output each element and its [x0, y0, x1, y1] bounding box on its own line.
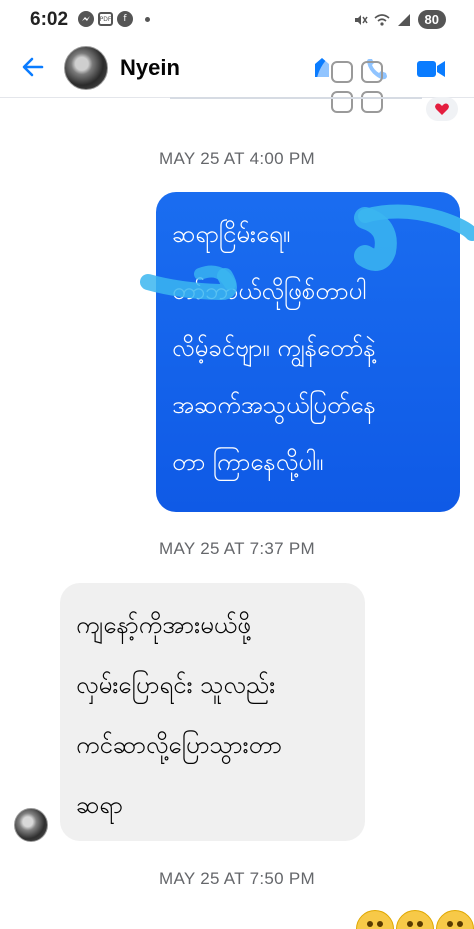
- status-bar: 6:02 PDF f 80: [0, 0, 474, 40]
- app-grid-icon[interactable]: [316, 46, 398, 128]
- message-line: ဆရာငြိမ်းရေ။: [172, 220, 291, 248]
- notification-icons: PDF f: [78, 11, 150, 27]
- messenger-notification-icon: [78, 11, 94, 27]
- heart-icon: [435, 103, 449, 115]
- emoji-face-icon: [436, 910, 474, 929]
- message-timestamp: MAY 25 AT 7:50 PM: [159, 869, 315, 888]
- emoji-face-icon: [356, 910, 394, 929]
- message-line: လိမ့်ခင်ဗျာ။ ကျွန်တော်နဲ့: [172, 334, 376, 362]
- mute-icon: [354, 14, 368, 25]
- emoji-message[interactable]: [356, 910, 474, 929]
- contact-avatar[interactable]: [64, 46, 108, 90]
- sent-message-bubble[interactable]: ဆရာငြိမ်းရေ။ တာ်ဘာယ်လိုဖြစ်တာပါ လိမ့်ခင်…: [156, 192, 460, 512]
- sender-avatar[interactable]: [14, 808, 48, 842]
- previous-message-edge: [170, 97, 422, 99]
- more-notifications-icon: [145, 16, 150, 22]
- emoji-face-icon: [396, 910, 434, 929]
- reaction-badge[interactable]: [426, 97, 458, 121]
- system-icons: 80: [352, 10, 446, 29]
- message-line: တာ ကြာနေလို့ပါ။: [172, 448, 324, 476]
- message-line: လှမ်းပြောရင်း သူလည်း: [76, 671, 276, 699]
- video-camera-icon[interactable]: [416, 56, 446, 82]
- message-line: တာ်ဘာယ်လိုဖြစ်တာပါ: [172, 277, 367, 305]
- chat-header: Nyein: [0, 40, 474, 128]
- message-line: ဆရာ: [76, 791, 123, 819]
- received-message-bubble[interactable]: ကျနော့်ကိုအားမယ်ဖို့ လှမ်းပြောရင်း သူလည်…: [60, 583, 365, 841]
- signal-icon: [397, 13, 410, 26]
- back-arrow-icon[interactable]: [20, 54, 46, 80]
- wifi-icon: [374, 13, 390, 26]
- message-timestamp: MAY 25 AT 4:00 PM: [159, 149, 315, 168]
- message-line: အဆက်အသွယ်ပြတ်နေ: [172, 391, 376, 419]
- pdf-notification-icon: PDF: [98, 12, 113, 26]
- status-time: 6:02: [30, 9, 69, 30]
- message-timestamp: MAY 25 AT 7:37 PM: [159, 539, 315, 558]
- facebook-notification-icon: f: [117, 11, 133, 27]
- message-line: ကျနော့်ကိုအားမယ်ဖို့: [76, 611, 251, 639]
- contact-name[interactable]: Nyein: [120, 55, 180, 81]
- message-line: ကင်ဆာလို့ပြောသွားတာ: [76, 731, 282, 759]
- battery-indicator: 80: [417, 10, 446, 29]
